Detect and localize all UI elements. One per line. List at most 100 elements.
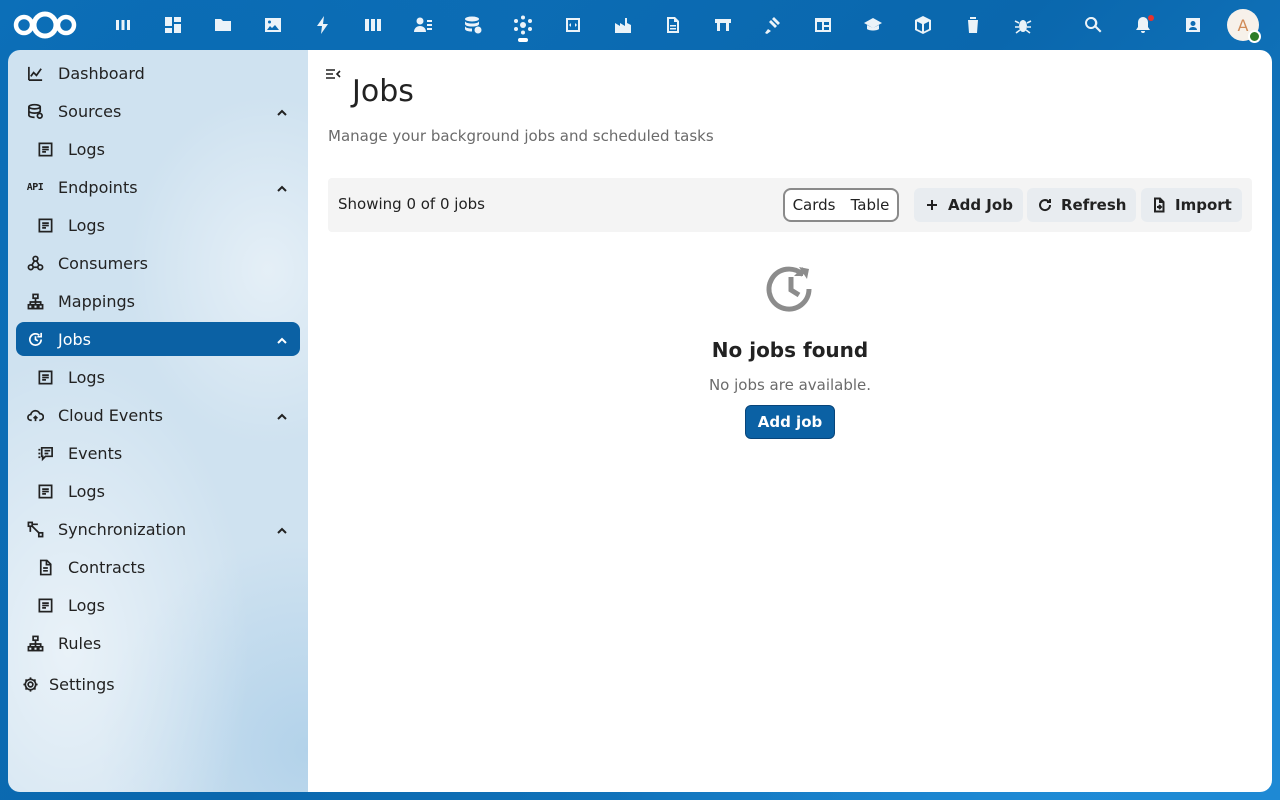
sidebar-item-endpoints-logs[interactable]: Logs bbox=[16, 208, 300, 242]
sidebar-item-consumers[interactable]: Consumers bbox=[16, 246, 300, 280]
log-icon bbox=[36, 140, 54, 158]
sidebar-item-label: Logs bbox=[68, 595, 105, 615]
dashboard-icon[interactable] bbox=[148, 0, 198, 50]
refresh-icon bbox=[1039, 199, 1052, 212]
add-job-label: Add Job bbox=[948, 196, 1013, 214]
sidebar-item-label: Synchronization bbox=[58, 519, 187, 539]
sidebar-item-label: Consumers bbox=[58, 253, 148, 273]
factory-icon[interactable] bbox=[598, 0, 648, 50]
bug-icon[interactable] bbox=[998, 0, 1048, 50]
search-icon[interactable] bbox=[1068, 0, 1118, 50]
code-icon[interactable] bbox=[548, 0, 598, 50]
import-label: Import bbox=[1175, 196, 1232, 214]
activity-icon[interactable] bbox=[298, 0, 348, 50]
view-table-option[interactable]: Table bbox=[851, 196, 890, 214]
sidebar-item-synchronization-logs[interactable]: Logs bbox=[16, 588, 300, 622]
jobs-toolbar: Showing 0 of 0 jobs Cards Table Add Job … bbox=[328, 178, 1252, 232]
top-bar: A bbox=[0, 0, 1280, 50]
database-icon bbox=[26, 102, 44, 120]
flag-icon[interactable] bbox=[698, 0, 748, 50]
database-icon[interactable] bbox=[448, 0, 498, 50]
files-icon[interactable] bbox=[198, 0, 248, 50]
sidebar-item-rules[interactable]: Rules bbox=[16, 626, 300, 660]
import-button[interactable]: Import bbox=[1141, 188, 1242, 222]
view-cards-option[interactable]: Cards bbox=[793, 196, 836, 214]
api-icon: API bbox=[26, 181, 44, 193]
sidebar-item-dashboard[interactable]: Dashboard bbox=[16, 56, 300, 90]
sidebar-item-label: Logs bbox=[68, 139, 105, 159]
notifications-bell-icon[interactable] bbox=[1118, 0, 1168, 50]
sidebar-item-jobs-logs[interactable]: Logs bbox=[16, 360, 300, 394]
chevron-up-icon[interactable] bbox=[276, 332, 288, 344]
education-icon[interactable] bbox=[848, 0, 898, 50]
page-subtitle: Manage your background jobs and schedule… bbox=[328, 127, 714, 145]
chevron-up-icon[interactable] bbox=[276, 180, 288, 192]
sidebar-item-cloud-events-events[interactable]: Events bbox=[16, 436, 300, 470]
user-avatar[interactable]: A bbox=[1227, 9, 1261, 43]
nextcloud-logo-icon[interactable] bbox=[12, 11, 78, 39]
contacts-icon[interactable] bbox=[398, 0, 448, 50]
log-icon bbox=[36, 216, 54, 234]
sidebar-item-label: Rules bbox=[58, 633, 102, 653]
gavel-icon[interactable] bbox=[748, 0, 798, 50]
webhook-icon bbox=[26, 254, 44, 272]
sidebar-item-settings[interactable]: Settings bbox=[16, 667, 300, 701]
deck-boards-icon[interactable] bbox=[348, 0, 398, 50]
sidebar-item-cloud-events[interactable]: Cloud Events bbox=[16, 398, 300, 432]
online-status-icon bbox=[1248, 30, 1261, 43]
document-icon[interactable] bbox=[648, 0, 698, 50]
refresh-button[interactable]: Refresh bbox=[1027, 188, 1137, 222]
contacts-menu-icon[interactable] bbox=[1168, 0, 1218, 50]
sidebar-item-label: Contracts bbox=[68, 557, 146, 577]
empty-state-title: No jobs found bbox=[711, 338, 869, 362]
file-import-icon bbox=[1154, 197, 1165, 213]
empty-add-job-button[interactable]: Add job bbox=[745, 405, 835, 439]
vector-link-icon bbox=[26, 520, 44, 538]
sidebar-item-endpoints[interactable]: API Endpoints bbox=[16, 170, 300, 204]
chevron-up-icon[interactable] bbox=[276, 104, 288, 116]
deck-icon[interactable] bbox=[98, 0, 148, 50]
sidebar-item-mappings[interactable]: Mappings bbox=[16, 284, 300, 318]
sidebar-item-sources-logs[interactable]: Logs bbox=[16, 132, 300, 166]
settings-label: Settings bbox=[49, 674, 115, 694]
file-document-icon bbox=[36, 558, 54, 576]
add-job-button[interactable]: Add Job bbox=[914, 188, 1023, 222]
toggle-navigation-icon[interactable] bbox=[324, 66, 344, 86]
main-content: Jobs Manage your background jobs and sch… bbox=[308, 50, 1272, 792]
sidebar-item-contracts[interactable]: Contracts bbox=[16, 550, 300, 584]
sidebar-item-label: Cloud Events bbox=[58, 405, 163, 425]
avatar-initial: A bbox=[1237, 15, 1249, 35]
sidebar-item-label: Dashboard bbox=[58, 63, 145, 83]
chevron-up-icon[interactable] bbox=[276, 522, 288, 534]
update-icon bbox=[26, 330, 44, 348]
sidebar-item-label: Mappings bbox=[58, 291, 135, 311]
sidebar-item-label: Sources bbox=[58, 101, 122, 121]
package-icon[interactable] bbox=[898, 0, 948, 50]
plus-icon bbox=[927, 200, 937, 210]
notification-dot bbox=[1148, 15, 1154, 21]
sidebar-item-jobs[interactable]: Jobs bbox=[16, 322, 300, 356]
clock-refresh-icon bbox=[765, 263, 817, 315]
app-menu bbox=[98, 0, 1048, 50]
sidebar-item-synchronization[interactable]: Synchronization bbox=[16, 512, 300, 546]
photos-icon[interactable] bbox=[248, 0, 298, 50]
gear-icon bbox=[21, 675, 39, 693]
refresh-label: Refresh bbox=[1061, 196, 1127, 214]
jobs-count: Showing 0 of 0 jobs bbox=[338, 195, 485, 213]
sidebar-item-label: Jobs bbox=[58, 329, 91, 349]
chevron-up-icon[interactable] bbox=[276, 408, 288, 420]
sidebar: Dashboard Sources Logs API Endpoints Log… bbox=[8, 50, 308, 792]
cloud-sync-icon bbox=[26, 406, 44, 424]
sidebar-item-label: Endpoints bbox=[58, 177, 138, 197]
log-icon bbox=[36, 368, 54, 386]
view-toggle: Cards Table bbox=[783, 188, 899, 222]
openconnector-icon[interactable] bbox=[498, 0, 548, 50]
tables-icon[interactable] bbox=[798, 0, 848, 50]
sitemap-icon bbox=[26, 292, 44, 310]
sidebar-item-label: Logs bbox=[68, 481, 105, 501]
trash-icon[interactable] bbox=[948, 0, 998, 50]
sidebar-item-sources[interactable]: Sources bbox=[16, 94, 300, 128]
sidebar-nav: Dashboard Sources Logs API Endpoints Log… bbox=[16, 56, 300, 705]
sitemap-icon bbox=[26, 634, 44, 652]
sidebar-item-cloud-events-logs[interactable]: Logs bbox=[16, 474, 300, 508]
